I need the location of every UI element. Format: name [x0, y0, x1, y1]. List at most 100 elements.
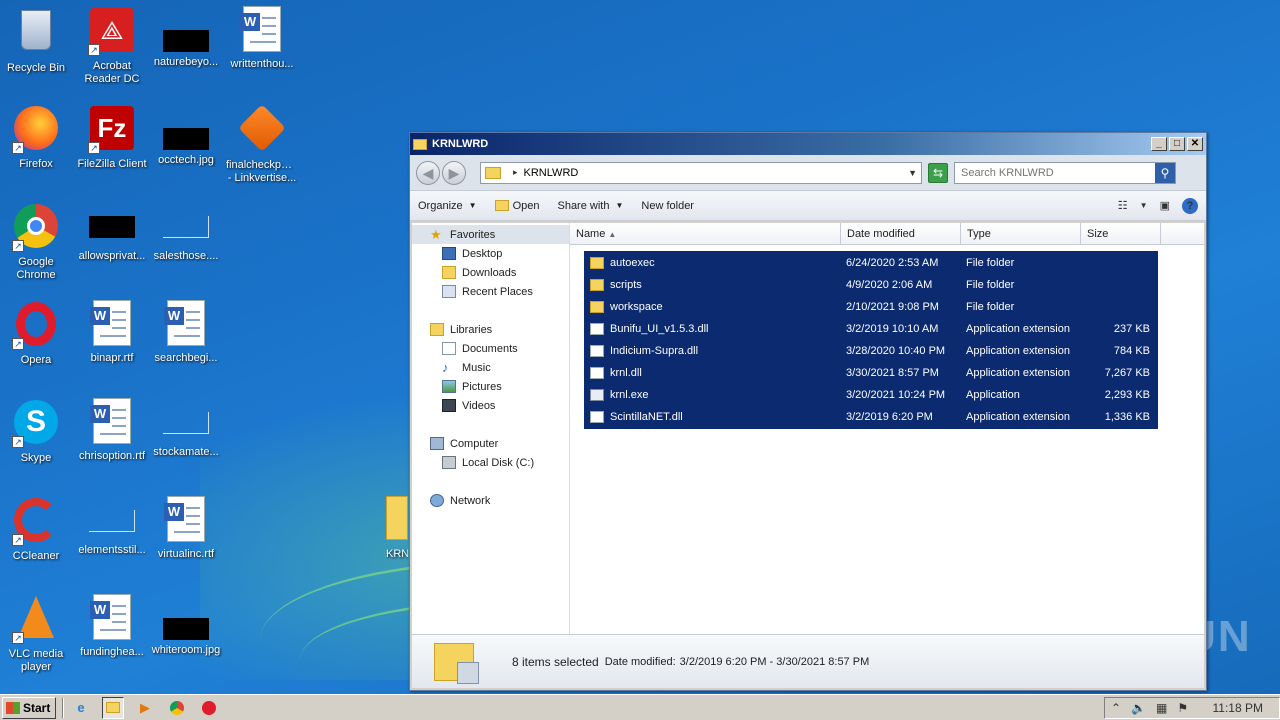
nav-recent-places[interactable]: Recent Places — [412, 282, 569, 301]
desktop-icon-stockamate[interactable]: stockamate... — [148, 398, 224, 459]
nav-documents[interactable]: Documents — [412, 339, 569, 358]
desktop-icon-label: chrisoption.rtf — [78, 450, 146, 462]
file-row-workspace[interactable]: workspace 2/10/2021 9:08 PM File folder — [584, 296, 1158, 318]
clock[interactable]: 11:18 PM — [1213, 701, 1263, 715]
file-row-scintilla[interactable]: ScintillaNET.dll 3/2/2019 6:20 PM Applic… — [584, 406, 1158, 428]
help-icon[interactable]: ? — [1182, 197, 1198, 214]
dll-file-icon — [590, 345, 604, 357]
maximize-button[interactable]: □ — [1169, 137, 1185, 151]
action-center-flag-icon[interactable]: ⚑ — [1177, 701, 1188, 715]
organize-button[interactable]: Organize ▼ — [418, 200, 477, 212]
file-row-autoexec[interactable]: autoexec 6/24/2020 2:53 AM File folder — [584, 252, 1158, 274]
nav-network[interactable]: Network — [412, 491, 569, 510]
desktop-icon-vlc[interactable]: ↗ VLC media player — [0, 594, 74, 674]
file-date: 3/28/2020 10:40 PM — [846, 345, 946, 357]
nav-label: Downloads — [462, 266, 517, 279]
chevron-up-icon[interactable]: ⌃ — [1111, 701, 1121, 715]
explorer-taskbar-button[interactable] — [102, 696, 124, 719]
desktop-icon-recycle-bin[interactable]: Recycle Bin — [0, 6, 74, 75]
nav-libraries[interactable]: Libraries — [412, 320, 569, 339]
desktop-icon-fundinghea[interactable]: W fundinghea... — [74, 594, 150, 659]
desktop-icon-allowsprivat[interactable]: allowsprivat... — [74, 202, 150, 263]
taskbar: Start e ▶ ⌃ 🔈 ▦ ⚑ 11:18 PM — [0, 694, 1280, 720]
chrome-taskbar-icon[interactable] — [166, 697, 188, 719]
search-input[interactable] — [955, 166, 1155, 179]
nav-videos[interactable]: Videos — [412, 396, 569, 415]
desktop-icon-whiteroom[interactable]: whiteroom.jpg — [148, 594, 224, 657]
desktop-icon-binapr[interactable]: W binapr.rtf — [74, 300, 150, 365]
nav-computer[interactable]: Computer — [412, 434, 569, 453]
start-button[interactable]: Start — [2, 696, 56, 719]
nav-desktop[interactable]: Desktop — [412, 244, 569, 263]
file-row-krnl-dll[interactable]: krnl.dll 3/30/2021 8:57 PM Application e… — [584, 362, 1158, 384]
column-header-date[interactable]: Date modified — [841, 223, 961, 244]
command-bar: Organize ▼ Open Share with ▼ New folder ☷ … — [410, 191, 1206, 221]
folder-icon — [590, 301, 604, 313]
preview-pane-icon[interactable]: ▣ — [1160, 199, 1170, 212]
network-tray-icon[interactable]: ▦ — [1156, 701, 1167, 715]
desktop-icon-searchbegi[interactable]: W searchbegi... — [148, 300, 224, 365]
desktop-icon-acrobat[interactable]: ⟁ ↗ Acrobat Reader DC — [74, 6, 150, 86]
desktop-icon-label: binapr.rtf — [90, 352, 134, 364]
title-bar[interactable]: KRNLWRD _ □ ✕ — [410, 133, 1206, 155]
share-with-button[interactable]: Share with ▼ — [557, 200, 623, 212]
file-row-indicium[interactable]: Indicium-Supra.dll 3/28/2020 10:40 PM Ap… — [584, 340, 1158, 362]
taskbar-separator — [62, 697, 64, 718]
file-name: workspace — [610, 301, 663, 313]
desktop-icon-google-chrome[interactable]: ↗ Google Chrome — [0, 202, 74, 282]
new-folder-button[interactable]: New folder — [641, 200, 694, 212]
desktop-icon-elementsstil[interactable]: elementsstil... — [74, 496, 150, 557]
desktop-icon-label: Acrobat Reader DC — [84, 60, 140, 85]
desktop-icon-opera[interactable]: ↗ Opera — [0, 300, 74, 367]
desktop-icon-naturebeyo[interactable]: naturebeyo... — [148, 6, 224, 69]
chevron-right-icon[interactable]: ▸ — [513, 167, 518, 178]
videos-icon — [442, 399, 456, 412]
nav-favorites[interactable]: ★ Favorites — [412, 225, 569, 244]
desktop-icon-filezilla[interactable]: Fz ↗ FileZilla Client — [74, 104, 150, 171]
address-bar[interactable]: ▸ KRNLWRD ▼ — [480, 161, 922, 184]
column-header-type[interactable]: Type — [961, 223, 1081, 244]
desktop-icon-chrisoption[interactable]: W chrisoption.rtf — [74, 398, 150, 463]
nav-pictures[interactable]: Pictures — [412, 377, 569, 396]
nav-music[interactable]: ♪ Music — [412, 358, 569, 377]
desktop-icon-salesthose[interactable]: salesthose.... — [148, 202, 224, 263]
desktop-icon-krnl-partial[interactable]: KRNL — [386, 496, 408, 560]
desktop-icon-writtenthou[interactable]: W writtenthou... — [224, 6, 300, 71]
file-row-krnl-exe[interactable]: krnl.exe 3/20/2021 10:24 PM Application … — [584, 384, 1158, 406]
column-label: Type — [967, 228, 991, 240]
desktop-icon-virtualinc[interactable]: W virtualinc.rtf — [148, 496, 224, 561]
address-path[interactable]: KRNLWRD — [524, 167, 909, 179]
file-name: ScintillaNET.dll — [610, 411, 683, 423]
media-player-icon[interactable]: ▶ — [134, 697, 156, 719]
nav-downloads[interactable]: Downloads — [412, 263, 569, 282]
file-type: Application extension — [966, 367, 1070, 379]
close-button[interactable]: ✕ — [1187, 137, 1203, 151]
view-options-icon[interactable]: ☷ — [1118, 199, 1128, 212]
column-header-size[interactable]: Size — [1081, 223, 1161, 244]
file-date: 4/9/2020 2:06 AM — [846, 279, 933, 291]
search-icon[interactable]: ⚲ — [1155, 162, 1175, 183]
minimize-button[interactable]: _ — [1151, 137, 1167, 151]
file-row-bunifu[interactable]: Bunifu_UI_v1.5.3.dll 3/2/2019 10:10 AM A… — [584, 318, 1158, 340]
volume-icon[interactable]: 🔈 — [1131, 701, 1146, 715]
desktop-icon-occtech[interactable]: occtech.jpg — [148, 104, 224, 167]
desktop-icon-label: Skype — [20, 452, 52, 464]
file-row-scripts[interactable]: scripts 4/9/2020 2:06 AM File folder — [584, 274, 1158, 296]
desktop-icon-skype[interactable]: S ↗ Skype — [0, 398, 74, 465]
column-header-name[interactable]: Name ▲ — [570, 223, 841, 244]
thumbnail-icon — [89, 510, 135, 532]
chevron-down-icon[interactable]: ▼ — [1140, 201, 1148, 210]
nav-local-disk[interactable]: Local Disk (C:) — [412, 453, 569, 472]
desktop-icon-ccleaner[interactable]: ↗ CCleaner — [0, 496, 74, 563]
chevron-down-icon[interactable]: ▼ — [908, 168, 917, 178]
desktop-icon-firefox[interactable]: ↗ Firefox — [0, 104, 74, 171]
desktop-icon-finalcheckpoint[interactable]: finalcheckpoint - Linkvertise... — [224, 104, 300, 185]
refresh-button[interactable]: ⇆ — [928, 162, 948, 183]
column-header-extra[interactable] — [1161, 223, 1201, 244]
opera-taskbar-icon[interactable] — [198, 697, 220, 719]
forward-button[interactable]: ▶ — [442, 160, 466, 185]
back-button[interactable]: ◀ — [416, 160, 440, 185]
search-box[interactable]: ⚲ — [954, 161, 1176, 184]
internet-explorer-icon[interactable]: e — [70, 697, 92, 719]
open-button[interactable]: Open — [494, 200, 539, 212]
